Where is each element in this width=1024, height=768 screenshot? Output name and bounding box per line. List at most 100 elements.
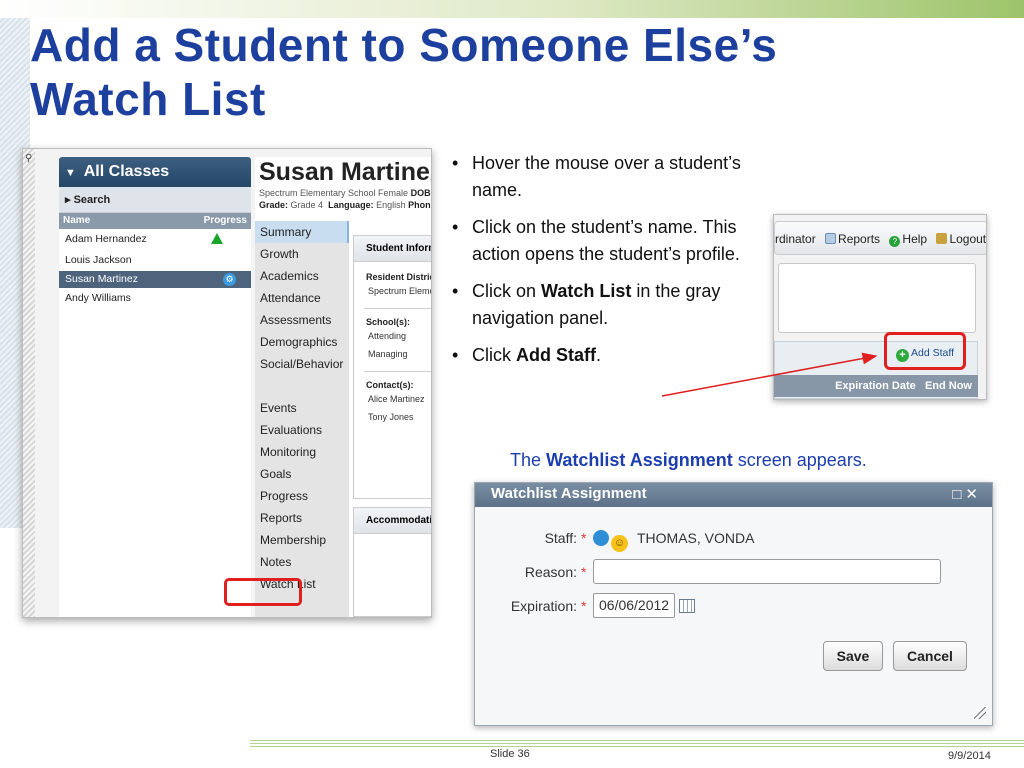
dialog-title: Watchlist Assignment (491, 485, 647, 502)
slide-date: 9/9/2014 (948, 750, 991, 762)
instruction-text: Click on the student’s name. This action… (472, 217, 740, 264)
add-staff-highlight (884, 332, 966, 370)
reason-row: Reason: * (475, 559, 994, 585)
instruction-text: Hover the mouse over a student’s name. (472, 153, 741, 200)
add-staff-screenshot: rdinator Reports ? Help Logout + Add Staff… (773, 214, 987, 400)
student-row[interactable]: Louis Jackson (59, 250, 251, 271)
menu-help[interactable]: Help (902, 232, 927, 246)
nav-attendance[interactable]: Attendance (255, 287, 349, 309)
classes-header[interactable]: ▼ All Classes (59, 157, 251, 187)
caret-down-icon: ▼ (65, 167, 76, 179)
expiration-label: Expiration: (510, 598, 577, 614)
magnifier-icon: ⚲ (25, 153, 33, 164)
nav-evaluations[interactable]: Evaluations (255, 419, 349, 441)
pencil-icon[interactable] (593, 530, 609, 546)
text-post: . (596, 345, 602, 365)
student-row[interactable]: Adam Hernandez (59, 229, 251, 250)
staff-icons: ☺ (593, 530, 628, 552)
contact-value: Alice Martinez (368, 394, 425, 404)
nav-assessments[interactable]: Assessments (255, 309, 349, 331)
search-toggle[interactable]: ▸ Search (59, 187, 251, 213)
meta-grade-label: Grade: (259, 200, 289, 210)
contact-label: Contact(s): (366, 380, 414, 390)
cancel-button[interactable]: Cancel (893, 641, 967, 671)
nav-academics[interactable]: Academics (255, 265, 349, 287)
nav-monitoring[interactable]: Monitoring (255, 441, 349, 463)
save-button[interactable]: Save (823, 641, 883, 671)
menu-logout[interactable]: Logout (949, 232, 986, 246)
instruction-item: Click on the student’s name. This action… (452, 214, 782, 268)
nav-summary[interactable]: Summary (255, 221, 349, 243)
watch-list-highlight (224, 578, 302, 606)
nav-progress-reports[interactable]: Progress Reports (255, 485, 349, 525)
meta-dob-label: DOB: (410, 188, 432, 198)
school-value: Managing (368, 349, 408, 359)
col-expiration-date: Expiration Date (835, 380, 916, 392)
watchlist-grid-header: Expiration Date End Now (774, 375, 978, 397)
instruction-item: Click on Watch List in the gray navigati… (452, 278, 782, 332)
resize-grip-icon[interactable] (974, 707, 986, 719)
gear-icon[interactable]: ⚙ (223, 273, 236, 286)
accommodations-card: Accommodations (353, 507, 431, 617)
instruction-text: Click on Watch List in the gray navigati… (472, 278, 752, 332)
student-information-card: Student Informatio Resident District(s):… (353, 235, 431, 499)
meta-language-label: Language: (328, 200, 374, 210)
school-label: School(s): (366, 317, 410, 327)
nav-goals[interactable]: Goals (255, 463, 349, 485)
content-area (778, 263, 976, 333)
text-pre: Click on (472, 281, 542, 301)
reason-input[interactable] (593, 559, 941, 584)
slide-title: Add a Student to Someone Else’s Watch Li… (30, 18, 990, 126)
profile-nav: Summary Growth Academics Attendance Asse… (255, 221, 349, 617)
student-list-header: Name Progress (59, 213, 251, 229)
student-row-selected[interactable]: Susan Martinez ⚙ (59, 271, 251, 288)
nav-membership[interactable]: Membership (255, 529, 349, 551)
expiration-input[interactable]: 06/06/2012 (593, 593, 675, 618)
maximize-icon[interactable]: □ (952, 486, 965, 503)
reason-label: Reason: (524, 564, 577, 580)
nav-social-behavior[interactable]: Social/Behavior (255, 353, 349, 375)
nav-events[interactable]: Events (255, 397, 349, 419)
meta-grade-value: Grade 4 (290, 200, 324, 210)
required-marker: * (581, 598, 587, 614)
nav-growth[interactable]: Growth (255, 243, 349, 265)
divider (364, 308, 431, 309)
info-header: Student Informatio (354, 236, 431, 262)
profile-panel: Susan Martinez Spectrum Elementary Schoo… (255, 157, 432, 617)
profile-meta-line2: Grade: Grade 4 Language: English Phon (255, 199, 431, 211)
meta-school-gender: Spectrum Elementary School Female (259, 188, 409, 198)
student-row[interactable]: Andy Williams (59, 288, 251, 309)
divider (364, 371, 431, 372)
reports-icon (825, 233, 837, 244)
nav-gap (255, 375, 349, 397)
col-progress: Progress (203, 215, 247, 226)
resident-district-value: Spectrum Elementar (368, 286, 431, 296)
slide-top-band (0, 0, 1024, 18)
resident-district-label: Resident District(s): (366, 272, 431, 282)
student-name: Susan Martinez (65, 273, 138, 285)
footer-lines (250, 740, 1024, 748)
caption-bold: Watchlist Assignment (546, 450, 733, 470)
staff-label: Staff: (544, 530, 577, 546)
top-menu-bar: rdinator Reports ? Help Logout (774, 221, 986, 255)
nav-demographics[interactable]: Demographics (255, 331, 349, 353)
col-end-now: End Now (924, 380, 972, 392)
caption-pre: The (510, 450, 547, 470)
caption: The Watchlist Assignment screen appears. (510, 450, 867, 471)
logout-icon (936, 233, 948, 244)
nav-notes[interactable]: Notes (255, 551, 349, 573)
slide-title-line2: Watch List (30, 73, 266, 125)
slide-title-line1: Add a Student to Someone Else’s (30, 19, 778, 71)
caret-right-icon: ▸ (65, 194, 74, 206)
smiley-icon: ☺ (611, 535, 628, 552)
required-marker: * (581, 530, 587, 546)
help-icon: ? (889, 236, 901, 247)
classes-title: All Classes (83, 163, 170, 180)
dialog-titlebar[interactable]: Watchlist Assignment □✕ (475, 483, 992, 507)
instruction-text: Click Add Staff. (472, 342, 782, 369)
close-icon[interactable]: ✕ (965, 486, 982, 503)
calendar-icon[interactable] (679, 599, 695, 613)
contact-value: Tony Jones (368, 412, 414, 422)
menu-reports[interactable]: Reports (838, 232, 880, 246)
expiration-row: Expiration: * 06/06/2012 (475, 593, 994, 619)
